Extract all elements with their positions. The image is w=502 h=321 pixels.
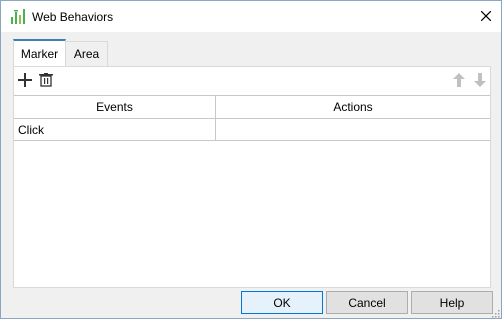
behaviors-toolbar — [14, 67, 490, 95]
close-button[interactable] — [471, 1, 501, 32]
web-behaviors-dialog: Web Behaviors Area Marker Events Actions… — [0, 0, 502, 319]
dialog-title: Web Behaviors — [32, 10, 114, 24]
tab-area-label: Area — [73, 47, 100, 61]
delete-button[interactable] — [36, 71, 56, 91]
add-button[interactable] — [15, 71, 35, 91]
dialog-body: Area Marker Events Actions Click OK Canc… — [1, 32, 501, 318]
move-up-button[interactable] — [449, 71, 469, 91]
help-button[interactable]: Help — [411, 291, 493, 314]
title-bar: Web Behaviors — [1, 1, 501, 32]
marker-panel: Events Actions Click — [13, 66, 491, 288]
tab-area[interactable]: Area — [65, 41, 108, 66]
ok-button[interactable]: OK — [241, 291, 323, 314]
table-header: Events Actions — [14, 96, 490, 119]
column-header-events[interactable]: Events — [14, 96, 215, 118]
tab-marker-label: Marker — [20, 46, 59, 61]
plus-icon — [18, 72, 32, 90]
resize-grip-icon[interactable] — [490, 307, 500, 318]
move-down-button[interactable] — [470, 71, 490, 91]
trash-icon — [39, 72, 53, 90]
app-icon — [11, 9, 25, 25]
cancel-button[interactable]: Cancel — [326, 291, 408, 314]
behaviors-table: Events Actions Click — [14, 95, 490, 287]
column-header-actions[interactable]: Actions — [216, 96, 490, 118]
arrow-up-icon — [453, 72, 465, 90]
arrow-down-icon — [474, 72, 486, 90]
event-cell[interactable]: Click — [14, 119, 215, 140]
close-icon — [480, 10, 492, 24]
action-cell[interactable] — [216, 119, 490, 140]
tab-marker[interactable]: Marker — [13, 39, 66, 66]
table-row[interactable]: Click — [14, 119, 490, 141]
